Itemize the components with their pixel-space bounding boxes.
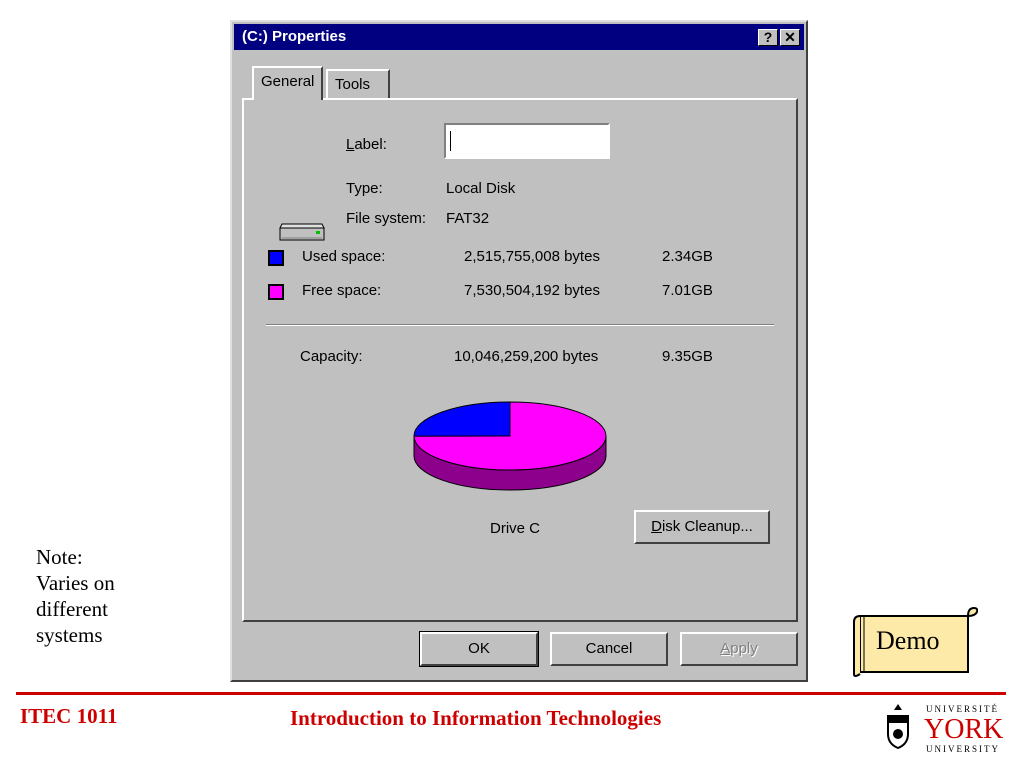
label-input[interactable] [444,123,610,159]
tab-tools[interactable]: Tools [326,69,390,99]
cancel-button[interactable]: Cancel [550,632,668,666]
used-space-swatch [268,250,284,266]
svg-text:UNIVERSITY: UNIVERSITY [926,744,1000,754]
type-value: Local Disk [446,180,516,197]
note-line: systems [36,623,103,647]
disk-cleanup-label: Disk Cleanup... [651,518,753,535]
disk-usage-pie-chart [413,401,607,491]
free-space-bytes: 7,530,504,192 bytes [464,282,600,299]
capacity-label: Capacity: [300,348,363,365]
drive-label: Drive C [490,520,541,537]
free-space-label: Free space: [302,282,382,299]
capacity-size: 9.35GB [662,348,713,365]
label-field-label: Label: [346,136,387,153]
help-icon[interactable]: ? [758,29,778,46]
ok-button[interactable]: OK [419,631,539,667]
note-line: Varies on [36,571,115,595]
course-code: ITEC 1011 [20,704,118,728]
file-system-value: FAT32 [446,210,490,227]
disk-cleanup-button[interactable]: Disk Cleanup... [634,510,770,544]
york-university-logo: UNIVERSITÉ YORK UNIVERSITY [887,704,1003,754]
used-space-bytes: 2,515,755,008 bytes [464,248,600,265]
apply-button[interactable]: Apply [680,632,798,666]
free-space-size: 7.01GB [662,282,713,299]
footer-rule [16,692,1006,695]
capacity-bytes: 10,046,259,200 bytes [454,348,599,365]
close-icon[interactable]: ✕ [780,29,800,46]
hard-drive-icon [279,223,325,241]
used-space-label: Used space: [302,248,386,265]
svg-text:YORK: YORK [924,714,1003,745]
used-space-size: 2.34GB [662,248,713,265]
title-bar[interactable]: (C:) Properties ? ✕ [234,24,804,50]
note-text: Note: Varies on different systems [36,544,166,648]
type-label: Type: [346,180,383,197]
text-caret [450,131,451,151]
pie-slice-used-space [413,401,511,437]
note-line: Note: [36,545,83,569]
properties-dialog: (C:) Properties ? ✕ General Tools Label:… [230,20,808,682]
tab-general[interactable]: General [252,66,324,100]
demo-label: Demo [876,626,940,655]
file-system-label: File system: [346,210,427,227]
free-space-swatch [268,284,284,300]
separator [266,324,774,326]
note-line: different [36,597,108,621]
course-title: Introduction to Information Technologies [290,706,662,730]
svg-text:UNIVERSITÉ: UNIVERSITÉ [926,704,999,714]
dialog-title: (C:) Properties [242,28,347,45]
